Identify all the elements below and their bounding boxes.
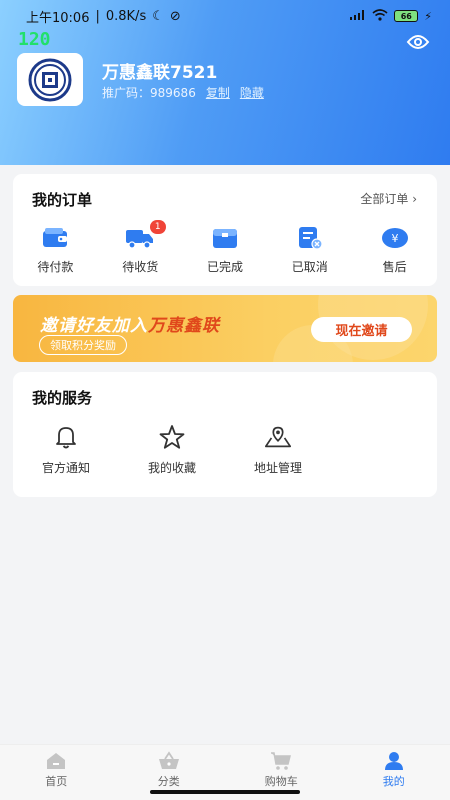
fps-counter: 120: [18, 29, 51, 50]
bell-icon: [51, 424, 81, 450]
banner-title-prefix: 邀请好友加入: [40, 316, 148, 336]
promo-code-label: 推广码：: [102, 86, 151, 100]
banner-title-brand: 万惠鑫联: [148, 316, 220, 336]
tab-label: 我的: [382, 775, 405, 788]
home-indicator[interactable]: [150, 790, 300, 794]
order-status-pending-receipt[interactable]: 1 待收货: [98, 220, 183, 275]
banner-subtitle: 领取积分奖励: [39, 335, 127, 355]
tab-home[interactable]: 首页: [0, 745, 113, 800]
order-status-label: 待付款: [37, 260, 74, 274]
banner-title: 邀请好友加入万惠鑫联: [40, 311, 220, 336]
avatar[interactable]: [17, 53, 83, 106]
mute-icon: ⊘: [169, 8, 181, 24]
services-card: 我的服务 官方通知 我的收藏 地址管理: [13, 372, 437, 497]
hide-link[interactable]: 隐藏: [240, 84, 264, 101]
cart-icon: [271, 752, 292, 770]
status-speed: 0.8K/s: [105, 8, 147, 24]
invite-now-button[interactable]: 现在邀请: [311, 317, 412, 342]
tab-mine[interactable]: 我的: [338, 745, 450, 800]
order-status-label: 已完成: [206, 260, 243, 274]
tab-label: 购物车: [264, 775, 298, 788]
order-status-completed[interactable]: 已完成: [183, 226, 268, 275]
service-address-management[interactable]: 地址管理: [225, 424, 331, 476]
home-icon: [47, 753, 66, 769]
all-orders-link[interactable]: 全部订单 ›: [360, 190, 417, 207]
svg-text:¥: ¥: [391, 232, 398, 245]
battery-icon: 66: [394, 10, 419, 22]
signal-icon: [350, 9, 366, 23]
promo-code-value: 989686: [150, 86, 196, 100]
copy-link[interactable]: 复制: [206, 84, 230, 101]
service-label: 官方通知: [41, 461, 90, 475]
service-label: 我的收藏: [147, 461, 196, 475]
all-orders-label: 全部订单: [360, 192, 409, 206]
user-icon: [384, 752, 403, 770]
map-pin-icon: [263, 424, 293, 450]
status-separator: |: [95, 8, 100, 24]
box-icon: [211, 226, 239, 250]
star-icon: [157, 424, 187, 450]
service-official-notice[interactable]: 官方通知: [13, 424, 119, 476]
service-label: 地址管理: [253, 461, 302, 475]
order-count-badge: 1: [149, 220, 166, 234]
status-bar: 上午10:06 | 0.8K/s ☾ ⊘ 66 ⚡: [0, 0, 450, 32]
order-status-label: 待收货: [122, 260, 159, 274]
wallet-icon: [41, 226, 69, 250]
order-status-list: 待付款 1 待收货 已完成 已取消 ¥ 售后: [13, 220, 437, 275]
cancelled-order-icon: [296, 226, 324, 250]
basket-icon: [158, 751, 179, 769]
profile-header: 上午10:06 | 0.8K/s ☾ ⊘ 66 ⚡ 120 万惠鑫联7521 推…: [0, 0, 450, 165]
status-time: 上午10:06: [26, 10, 90, 26]
tab-label: 首页: [45, 775, 68, 788]
promo-code-row: 推广码：989686 复制 隐藏: [102, 84, 264, 101]
service-my-favorites[interactable]: 我的收藏: [119, 424, 225, 476]
orders-card: 我的订单 全部订单 › 待付款 1 待收货 已完成 已取消 ¥ 售后: [13, 174, 437, 286]
order-status-after-sales[interactable]: ¥ 售后: [352, 226, 437, 275]
brand-logo: [28, 58, 72, 101]
order-status-cancelled[interactable]: 已取消: [267, 226, 352, 275]
username: 万惠鑫联7521: [102, 63, 218, 83]
eye-icon[interactable]: [406, 32, 430, 52]
moon-icon: ☾: [152, 8, 164, 24]
charging-icon: ⚡: [424, 9, 432, 23]
invite-banner[interactable]: 邀请好友加入万惠鑫联 领取积分奖励 现在邀请: [13, 295, 437, 362]
orders-title: 我的订单: [32, 191, 93, 209]
order-status-pending-payment[interactable]: 待付款: [13, 226, 98, 275]
chevron-right-icon: ›: [412, 192, 417, 206]
order-status-label: 已取消: [291, 260, 328, 274]
order-status-label: 售后: [382, 260, 407, 274]
service-list: 官方通知 我的收藏 地址管理: [13, 424, 331, 476]
wifi-icon: [372, 8, 388, 24]
tab-label: 分类: [157, 775, 180, 788]
yen-icon: ¥: [381, 226, 409, 250]
services-title: 我的服务: [32, 389, 93, 407]
